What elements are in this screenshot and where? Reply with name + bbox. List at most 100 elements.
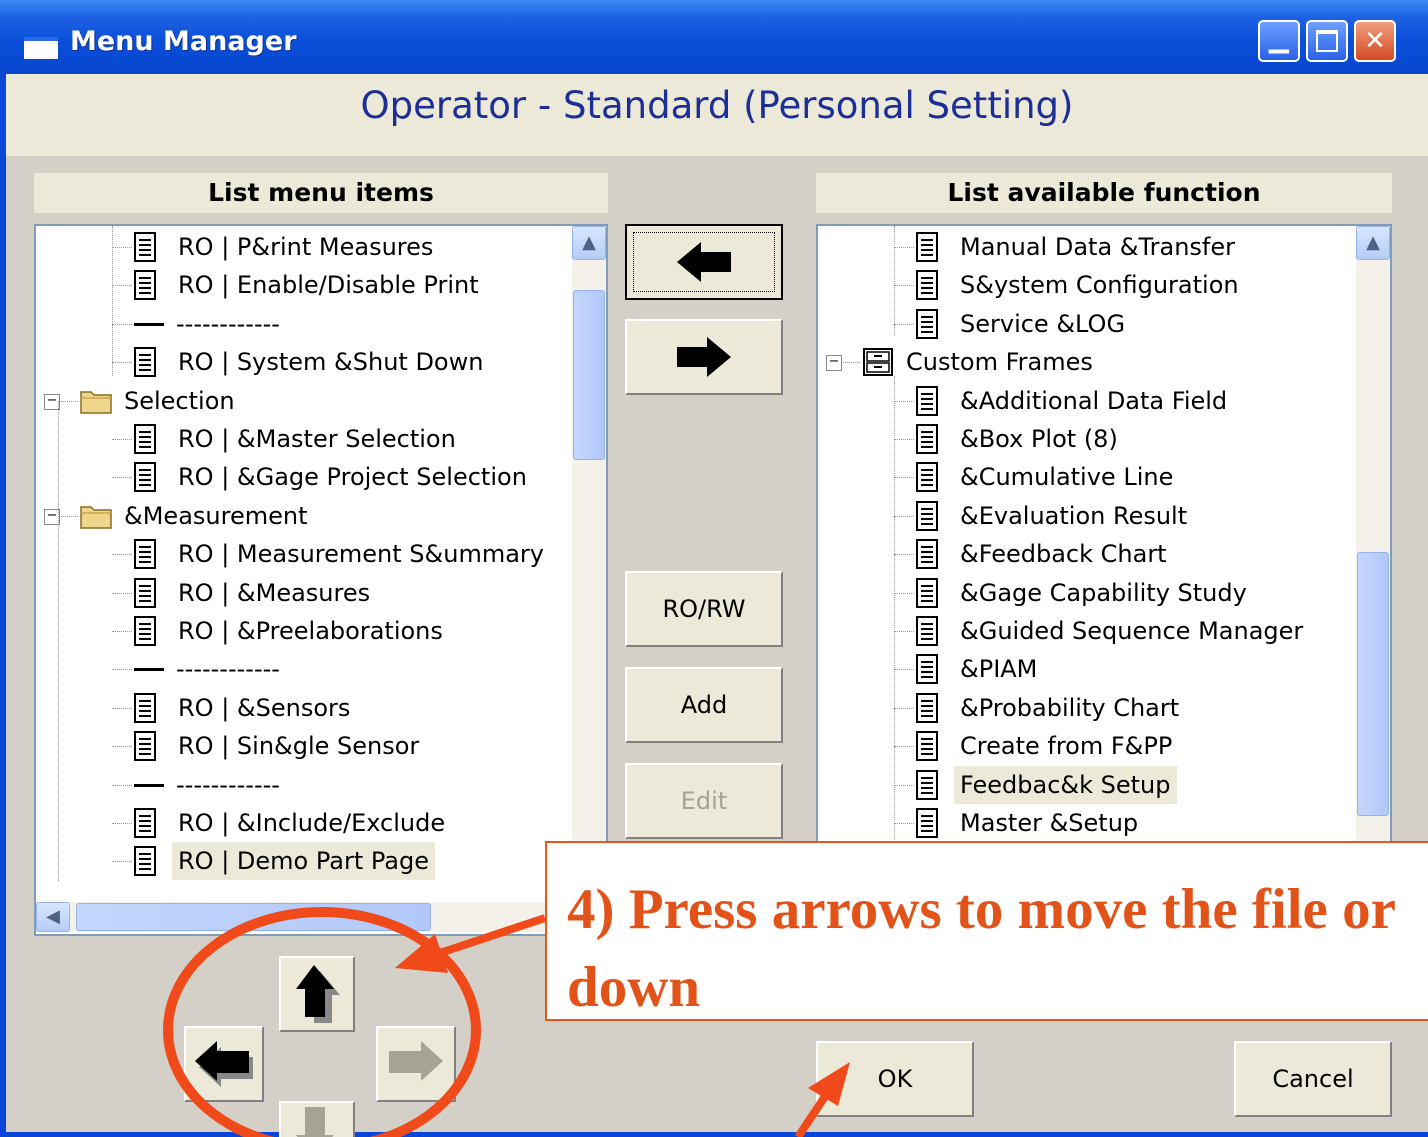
tree-folder[interactable]: &Measurement bbox=[118, 497, 313, 535]
arrow-down-icon bbox=[296, 1107, 334, 1137]
tree-item[interactable]: RO | &Preelaborations bbox=[172, 612, 449, 650]
file-cabinet-icon bbox=[862, 347, 894, 377]
tree-item[interactable]: RO | &Include/Exclude bbox=[172, 804, 451, 842]
tree-item[interactable]: &Evaluation Result bbox=[954, 497, 1193, 535]
available-functions-tree[interactable]: Manual Data &Transfer S&ystem Configurati… bbox=[816, 224, 1392, 844]
arrow-right-stacked-icon bbox=[389, 1041, 443, 1081]
tree-connector bbox=[112, 861, 132, 863]
tree-item[interactable]: &PIAM bbox=[954, 650, 1043, 688]
tree-item-label: RO | &Measures bbox=[178, 578, 371, 607]
tree-connector bbox=[894, 631, 914, 632]
tree-item[interactable]: Service &LOG bbox=[954, 305, 1131, 343]
tree-item[interactable]: Manual Data &Transfer bbox=[954, 228, 1241, 266]
tree-item-label: RO | Demo Part Page bbox=[172, 842, 435, 881]
tree-item[interactable]: RO | P&rint Measures bbox=[172, 228, 439, 266]
separator-row[interactable]: ------------ bbox=[170, 305, 286, 343]
tree-connector bbox=[894, 323, 914, 325]
tree-item-label: RO | Enable/Disable Print bbox=[178, 271, 479, 300]
tree-item[interactable]: RO | Measurement S&ummary bbox=[172, 535, 550, 573]
tree-connector bbox=[894, 285, 914, 287]
tree-item-label: &Cumulative Line bbox=[960, 463, 1174, 492]
tree-item[interactable]: Feedbac&k Setup bbox=[954, 765, 1177, 804]
separator-row[interactable]: ------------ bbox=[170, 650, 286, 688]
document-icon bbox=[134, 270, 156, 301]
tree-item[interactable]: RO | System &Shut Down bbox=[172, 343, 489, 381]
h-scroll-thumb[interactable] bbox=[76, 903, 431, 931]
tree-item[interactable]: &Probability Chart bbox=[954, 689, 1185, 727]
document-icon bbox=[134, 731, 156, 762]
menu-items-tree[interactable]: RO | P&rint Measures RO | Enable/Disable … bbox=[34, 224, 608, 936]
order-down-button bbox=[279, 1101, 355, 1137]
ro-rw-button[interactable]: RO/RW bbox=[625, 571, 783, 647]
left-horizontal-scrollbar[interactable]: ◀ bbox=[36, 902, 606, 932]
tree-item[interactable]: Create from F&PP bbox=[954, 727, 1178, 765]
tree-connector bbox=[840, 362, 860, 364]
document-icon bbox=[916, 731, 938, 762]
scroll-left-icon[interactable]: ◀ bbox=[36, 902, 70, 932]
cancel-button[interactable]: Cancel bbox=[1234, 1041, 1392, 1117]
document-icon bbox=[134, 539, 156, 570]
arrow-up-icon bbox=[296, 965, 340, 1023]
right-panel-heading: List available function bbox=[816, 173, 1392, 213]
tree-item[interactable]: &Box Plot (8) bbox=[954, 420, 1124, 458]
tree-item[interactable]: &Guided Sequence Manager bbox=[954, 612, 1309, 650]
arrow-left-stacked-icon bbox=[195, 1041, 253, 1087]
tree-connector bbox=[112, 669, 132, 671]
add-button[interactable]: Add bbox=[625, 667, 783, 743]
tree-item-label: &Guided Sequence Manager bbox=[960, 617, 1304, 645]
tree-connector bbox=[894, 247, 914, 248]
scroll-up-icon[interactable]: ▲ bbox=[572, 226, 606, 260]
tree-item-label: RO | System &Shut Down bbox=[178, 348, 484, 377]
document-icon bbox=[916, 616, 938, 646]
move-left-button[interactable] bbox=[625, 224, 783, 300]
move-right-button[interactable] bbox=[625, 319, 783, 395]
separator-row[interactable]: ------------ bbox=[170, 766, 286, 804]
tree-folder[interactable]: Custom Frames bbox=[900, 343, 1099, 381]
tree-item[interactable]: RO | &Gage Project Selection bbox=[172, 458, 533, 496]
tree-item[interactable]: RO | &Measures bbox=[172, 574, 376, 612]
tree-item-label: &Evaluation Result bbox=[960, 501, 1188, 530]
tree-item[interactable]: &Cumulative Line bbox=[954, 458, 1179, 496]
tree-item[interactable]: RO | Demo Part Page bbox=[172, 842, 435, 881]
tree-item[interactable]: S&ystem Configuration bbox=[954, 266, 1245, 304]
tree-item[interactable]: RO | Sin&gle Sensor bbox=[172, 727, 425, 765]
cancel-label: Cancel bbox=[1272, 1065, 1354, 1093]
tree-item[interactable]: &Feedback Chart bbox=[954, 535, 1173, 573]
left-vertical-scrollbar[interactable]: ▲ bbox=[572, 226, 606, 902]
tree-item[interactable]: Master &Setup bbox=[954, 804, 1144, 842]
arrow-right-icon bbox=[677, 337, 731, 377]
tree-folder[interactable]: Selection bbox=[118, 382, 241, 420]
tree-connector bbox=[112, 323, 132, 325]
close-button[interactable]: ✕ bbox=[1354, 20, 1396, 62]
title-bar[interactable]: Menu Manager ▁ ✕ bbox=[0, 0, 1428, 74]
document-icon bbox=[916, 270, 938, 301]
tree-item[interactable]: RO | &Sensors bbox=[172, 689, 356, 727]
tree-connector bbox=[58, 400, 78, 402]
tree-item[interactable]: RO | &Master Selection bbox=[172, 420, 462, 458]
document-icon bbox=[134, 347, 156, 378]
scroll-thumb[interactable] bbox=[573, 290, 605, 460]
ok-label: OK bbox=[877, 1065, 913, 1093]
tree-item-label: Feedbac&k Setup bbox=[954, 765, 1177, 804]
ok-button[interactable]: OK bbox=[816, 1041, 974, 1117]
tree-item[interactable]: &Additional Data Field bbox=[954, 382, 1233, 420]
tree-item-label: RO | &Include/Exclude bbox=[178, 809, 446, 837]
tree-item-label: ------------ bbox=[176, 770, 280, 799]
scroll-up-icon[interactable]: ▲ bbox=[1356, 226, 1390, 260]
order-left-button[interactable] bbox=[184, 1026, 264, 1102]
menu-manager-window: Menu Manager ▁ ✕ Operator - Standard (Pe… bbox=[0, 0, 1428, 1137]
tree-item[interactable]: RO | Enable/Disable Print bbox=[172, 266, 485, 304]
right-vertical-scrollbar[interactable]: ▲ bbox=[1356, 226, 1390, 842]
folder-icon bbox=[80, 388, 112, 414]
tree-connector bbox=[112, 746, 132, 748]
minimize-button[interactable]: ▁ bbox=[1258, 20, 1300, 62]
collapse-toggle-icon[interactable]: − bbox=[826, 355, 842, 372]
order-up-button[interactable] bbox=[279, 956, 355, 1032]
annotation-text: 4) Press arrows to move the file or down bbox=[567, 878, 1395, 1019]
scroll-thumb[interactable] bbox=[1357, 552, 1389, 816]
add-label: Add bbox=[680, 691, 728, 719]
tree-item-label: RO | &Preelaborations bbox=[178, 617, 443, 645]
tree-item[interactable]: &Gage Capability Study bbox=[954, 574, 1253, 612]
document-icon bbox=[134, 808, 156, 838]
maximize-button[interactable] bbox=[1306, 20, 1348, 62]
